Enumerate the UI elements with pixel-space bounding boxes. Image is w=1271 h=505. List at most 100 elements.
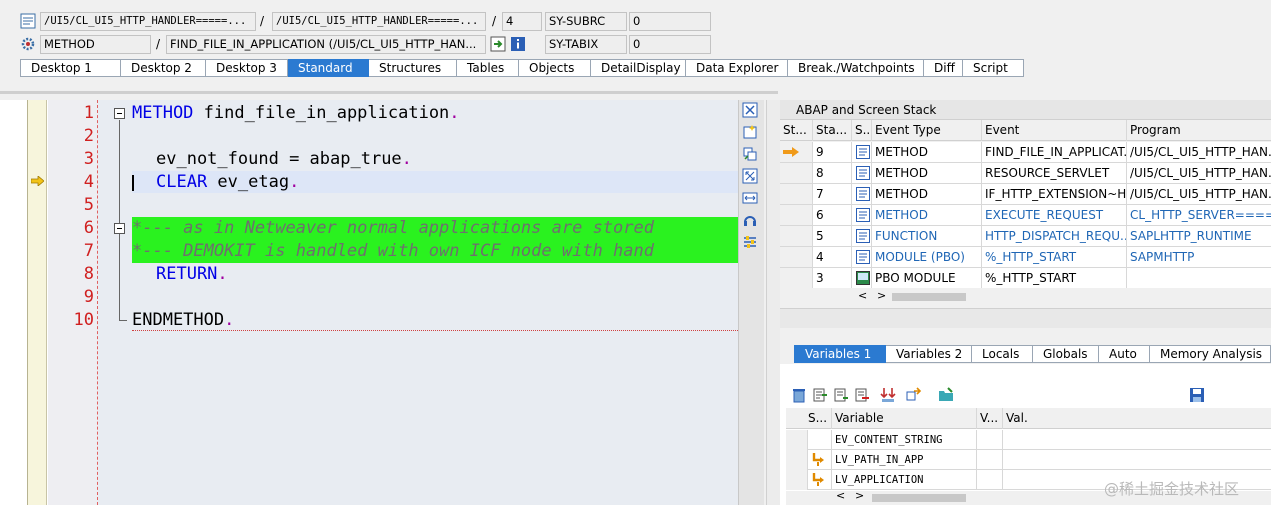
code-area[interactable]: METHOD find_file_in_application. ev_not_… (98, 100, 738, 505)
tab-locals[interactable]: Locals (972, 345, 1033, 363)
column-header[interactable]: Program (1127, 120, 1271, 141)
tab-globals[interactable]: Globals (1033, 345, 1099, 363)
sy-subrc-label: SY-SUBRC (545, 12, 627, 31)
event-type: METHOD (872, 163, 982, 183)
remove-row-icon[interactable] (854, 387, 870, 403)
collapse-icon[interactable] (114, 108, 125, 119)
close-tool-icon[interactable] (742, 102, 758, 118)
services-icon[interactable] (742, 212, 758, 228)
column-header[interactable]: Variable (832, 408, 977, 429)
sort-icon[interactable] (880, 387, 896, 403)
info-icon[interactable] (510, 36, 526, 52)
stack-row[interactable]: 5 FUNCTION HTTP_DISPATCH_REQU... SAPLHTTP_R… (780, 226, 1271, 247)
variable-row[interactable]: EV_CONTENT_STRING (786, 430, 1271, 450)
column-header[interactable]: Sta... (813, 120, 852, 141)
swap-tool-icon[interactable] (742, 190, 758, 206)
row-marker-cell[interactable] (780, 268, 813, 288)
event-type-field[interactable]: METHOD (40, 35, 151, 54)
tab-tables[interactable]: Tables (457, 59, 519, 77)
save-icon[interactable] (1189, 387, 1205, 403)
tab-variables-1[interactable]: Variables 1 (794, 345, 886, 363)
transfer-icon[interactable] (906, 387, 922, 403)
class-name-field[interactable]: /UI5/CL_UI5_HTTP_HANDLER=====... (40, 12, 256, 31)
event-name: %_HTTP_START (982, 268, 1127, 288)
tab-desktop-2[interactable]: Desktop 2 (121, 59, 206, 77)
row-marker-cell[interactable] (780, 205, 813, 225)
column-header[interactable]: S... (852, 120, 872, 141)
column-header[interactable]: Event Type (872, 120, 982, 141)
stack-row[interactable]: 6 METHOD EXECUTE_REQUEST CL_HTTP_SERVER====… (780, 205, 1271, 226)
scroll-left-icon[interactable]: < (858, 289, 867, 302)
row-marker-cell[interactable] (780, 226, 813, 246)
folder-icon[interactable] (938, 387, 954, 403)
settings-icon[interactable] (742, 234, 758, 250)
line-number: 7 (83, 241, 94, 261)
program-name-field[interactable]: /UI5/CL_UI5_HTTP_HANDLER=====... (272, 12, 486, 31)
stack-row[interactable]: 9 METHOD FIND_FILE_IN_APPLICAT.../UI5/CL_U… (780, 142, 1271, 163)
maximize-icon[interactable] (742, 168, 758, 184)
line-number: 2 (83, 126, 94, 146)
column-header[interactable]: S... (786, 408, 832, 429)
row-selector[interactable] (786, 450, 808, 470)
insert-icon[interactable] (812, 387, 828, 403)
row-selector[interactable] (786, 470, 808, 490)
scroll-right-icon[interactable]: > (877, 289, 886, 302)
column-header[interactable]: Event (982, 120, 1127, 141)
column-header[interactable]: St... (780, 120, 813, 141)
navigate-icon[interactable] (490, 36, 506, 52)
tab-auto[interactable]: Auto (1099, 345, 1150, 363)
tab-memory-analysis[interactable]: Memory Analysis (1150, 345, 1271, 363)
tab-diff[interactable]: Diff (924, 59, 963, 77)
tab-standard[interactable]: Standard (288, 59, 369, 77)
code-line-4: CLEAR ev_etag. (156, 172, 300, 192)
tab-objects[interactable]: Objects (519, 59, 591, 77)
line-number-field[interactable]: 4 (502, 12, 542, 31)
stack-row[interactable]: 4 MODULE (PBO) %_HTTP_START SAPMHTTP (780, 247, 1271, 268)
collapse-icon[interactable] (114, 223, 125, 234)
scroll-thumb[interactable] (892, 293, 966, 301)
tab-desktop-1[interactable]: Desktop 1 (20, 59, 121, 77)
source-code-editor[interactable]: 1 2 3 4 5 6 7 8 9 10 METHOD find_file_in… (0, 100, 738, 505)
stack-scrollbar[interactable]: < > (780, 288, 1271, 306)
tab-break-watchpoints[interactable]: Break./Watchpoints (788, 59, 924, 77)
row-selector[interactable] (786, 430, 808, 450)
tab-data-explorer[interactable]: Data Explorer (686, 59, 788, 77)
row-marker-cell[interactable] (780, 184, 813, 204)
tab-script[interactable]: Script (963, 59, 1024, 77)
tab-structures[interactable]: Structures (369, 59, 457, 77)
pane-splitter[interactable] (766, 100, 780, 505)
variable-name-input[interactable]: LV_PATH_IN_APP (832, 450, 977, 470)
current-line-arrow-icon (31, 176, 44, 186)
row-marker-cell[interactable] (780, 142, 813, 162)
variable-value-cell[interactable] (1003, 450, 1271, 470)
new-tool-icon[interactable] (742, 124, 758, 140)
tab-desktop-3[interactable]: Desktop 3 (206, 59, 288, 77)
event-name-field[interactable]: FIND_FILE_IN_APPLICATION (/UI5/CL_UI5_HT… (166, 35, 486, 54)
scroll-thumb[interactable] (872, 494, 966, 502)
scroll-right-icon[interactable]: > (855, 489, 864, 502)
replace-tool-icon[interactable] (742, 146, 758, 162)
stack-row[interactable]: 3 PBO MODULE %_HTTP_START (780, 268, 1271, 289)
method-icon (852, 163, 872, 183)
append-icon[interactable] (833, 387, 849, 403)
sy-tabix-value: 0 (629, 35, 711, 54)
event-name: FIND_FILE_IN_APPLICAT... (982, 142, 1127, 162)
scroll-left-icon[interactable]: < (836, 489, 845, 502)
column-header[interactable]: Val. (1003, 408, 1271, 429)
row-marker-cell[interactable] (780, 163, 813, 183)
variable-name-input[interactable]: EV_CONTENT_STRING (832, 430, 977, 450)
delete-icon[interactable] (791, 387, 807, 403)
tab-variables-2[interactable]: Variables 2 (886, 345, 972, 363)
event-name: %_HTTP_START (982, 247, 1127, 267)
stack-row[interactable]: 8 METHOD RESOURCE_SERVLET/UI5/CL_UI5_HTTP_… (780, 163, 1271, 184)
variable-name-input[interactable]: LV_APPLICATION (832, 470, 977, 490)
variable-value-cell[interactable] (1003, 430, 1271, 450)
splitter[interactable] (0, 91, 778, 94)
event-name: HTTP_DISPATCH_REQU... (982, 226, 1127, 246)
breakpoint-gutter[interactable] (27, 100, 47, 505)
tab-detail-display[interactable]: DetailDisplay (591, 59, 686, 77)
row-marker-cell[interactable] (780, 247, 813, 267)
stack-row[interactable]: 7 METHOD IF_HTTP_EXTENSION~H.../UI5/CL_UI5… (780, 184, 1271, 205)
column-header[interactable]: V... (977, 408, 1003, 429)
variable-row[interactable]: LV_PATH_IN_APP (786, 450, 1271, 470)
